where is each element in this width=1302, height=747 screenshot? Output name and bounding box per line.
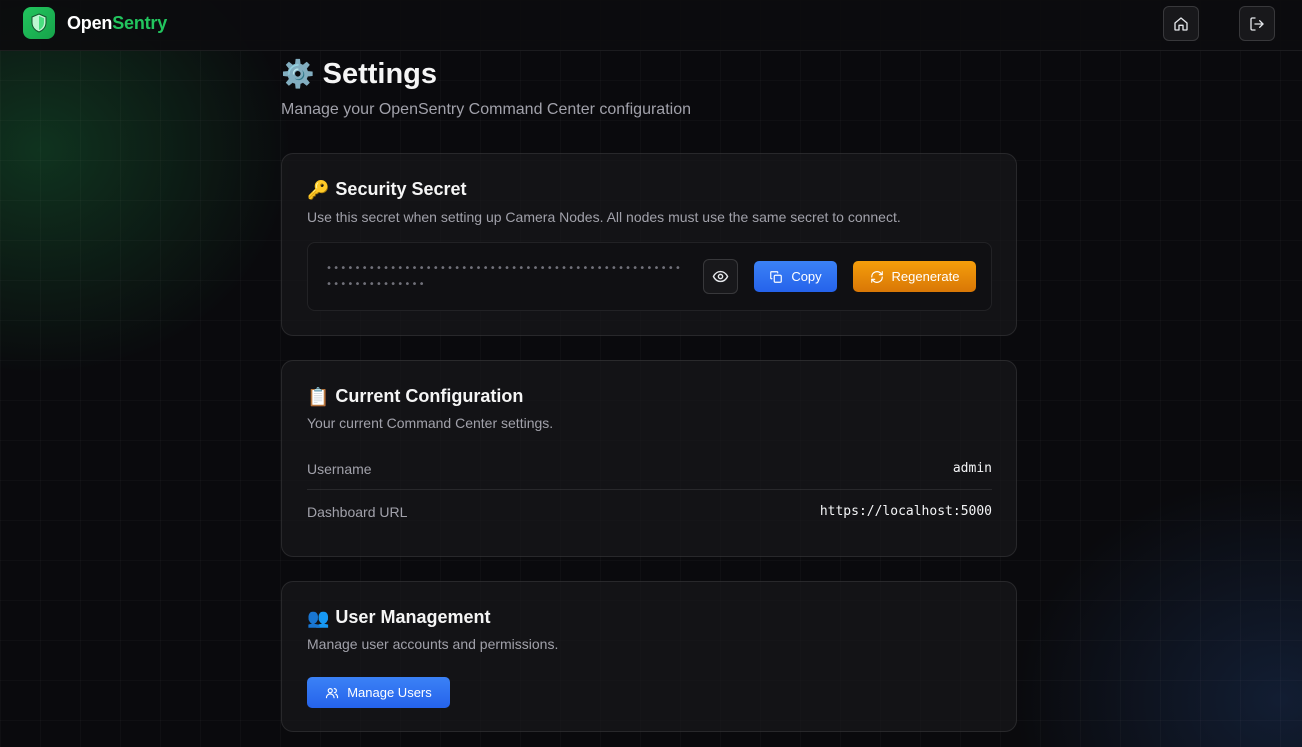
config-value: https://localhost:5000 xyxy=(819,504,992,519)
home-button[interactable] xyxy=(1163,6,1199,41)
secret-field: ••••••••••••••••••••••••••••••••••••••••… xyxy=(307,242,992,311)
current-configuration-card: 📋 Current Configuration Your current Com… xyxy=(281,360,1017,557)
page-title-text: Settings xyxy=(322,58,438,90)
page-title: ⚙️ Settings xyxy=(281,58,437,91)
configuration-title: 📋 Current Configuration xyxy=(307,386,523,407)
clipboard-icon: 📋 xyxy=(307,386,330,407)
reveal-secret-button[interactable] xyxy=(703,259,738,294)
brand-part-open: Open xyxy=(67,13,113,33)
page-subtitle: Manage your OpenSentry Command Center co… xyxy=(281,101,691,118)
top-navbar: OpenSentry xyxy=(0,0,1302,51)
manage-users-label: Manage Users xyxy=(347,685,432,700)
config-row-username: Username admin xyxy=(307,447,992,490)
config-row-dashboard-url: Dashboard URL https://localhost:5000 xyxy=(307,490,992,533)
shield-icon[interactable] xyxy=(23,7,55,39)
configuration-title-text: Current Configuration xyxy=(335,386,524,406)
gear-icon: ⚙️ xyxy=(281,59,315,89)
manage-users-button[interactable]: Manage Users xyxy=(307,677,450,708)
key-icon: 🔑 xyxy=(307,179,330,200)
user-management-card: 👥 User Management Manage user accounts a… xyxy=(281,581,1017,732)
brand-name[interactable]: OpenSentry xyxy=(67,13,167,34)
copy-label: Copy xyxy=(791,269,822,284)
eye-icon xyxy=(712,270,729,283)
logout-button[interactable] xyxy=(1239,6,1275,41)
brand-part-sentry: Sentry xyxy=(112,13,168,33)
security-secret-title: 🔑 Security Secret xyxy=(307,179,467,200)
config-value: admin xyxy=(952,461,992,476)
masked-secret[interactable]: ••••••••••••••••••••••••••••••••••••••••… xyxy=(326,261,688,293)
configuration-description: Your current Command Center settings. xyxy=(307,415,554,431)
copy-secret-button[interactable]: Copy xyxy=(754,261,837,292)
regenerate-label: Regenerate xyxy=(891,269,960,284)
users-emoji-icon: 👥 xyxy=(307,607,330,628)
users-icon xyxy=(326,687,339,698)
user-management-title: 👥 User Management xyxy=(307,607,490,628)
copy-icon xyxy=(770,270,783,283)
config-label: Dashboard URL xyxy=(307,503,408,520)
logout-icon xyxy=(1250,16,1264,31)
security-secret-description: Use this secret when setting up Camera N… xyxy=(307,209,901,225)
security-secret-title-text: Security Secret xyxy=(335,179,467,199)
home-icon xyxy=(1174,16,1188,31)
config-label: Username xyxy=(307,460,372,477)
security-secret-card: 🔑 Security Secret Use this secret when s… xyxy=(281,153,1017,336)
refresh-icon xyxy=(870,270,883,283)
regenerate-secret-button[interactable]: Regenerate xyxy=(853,261,976,292)
user-management-description: Manage user accounts and permissions. xyxy=(307,636,559,652)
user-management-title-text: User Management xyxy=(335,607,491,627)
